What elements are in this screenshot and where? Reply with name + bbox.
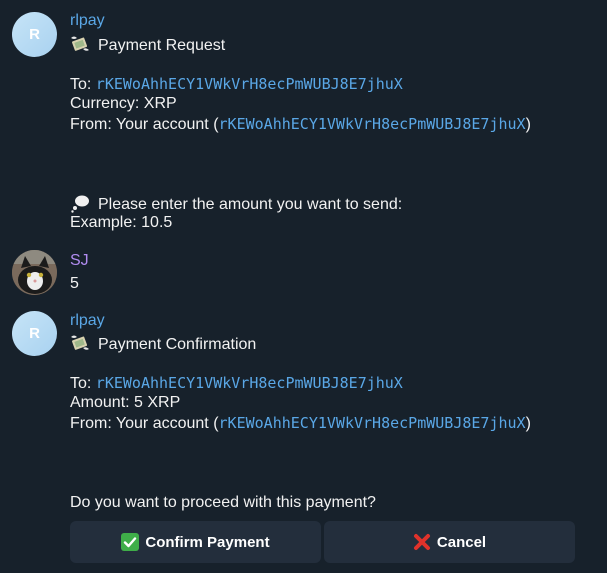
bot-avatar[interactable]: R (12, 311, 57, 356)
from-line: From: Your account (rKEWoAhhECY1VWkVrH8e… (70, 413, 531, 434)
message-title: Payment Confirmation (70, 333, 256, 355)
to-address-link[interactable]: rKEWoAhhECY1VWkVrH8ecPmWUBJ8E7jhuX (96, 374, 403, 392)
cancel-label: Cancel (436, 533, 487, 551)
check-mark-button-icon (121, 533, 140, 551)
to-label: To: (70, 76, 96, 93)
confirm-payment-button[interactable]: Confirm Payment (70, 521, 321, 563)
bot-avatar-letter: R (29, 325, 40, 342)
example-line: Example: 10.5 (70, 214, 173, 231)
to-line: To: rKEWoAhhECY1VWkVrH8ecPmWUBJ8E7jhuX (70, 74, 403, 95)
cat-avatar-icon (12, 250, 57, 295)
currency-line: Currency: XRP (70, 95, 177, 112)
money-with-wings-icon (71, 335, 89, 350)
sender-name[interactable]: rlpay (70, 12, 105, 30)
from-close: ) (525, 116, 531, 133)
thought-balloon-icon (71, 195, 89, 213)
user-avatar[interactable] (12, 250, 57, 295)
confirm-payment-label: Confirm Payment (145, 533, 270, 551)
from-label: From: Your account ( (70, 116, 219, 133)
message-title-text: Payment Request (98, 37, 226, 54)
amount-line: Amount: 5 XRP (70, 394, 181, 411)
to-label: To: (70, 375, 96, 392)
from-close: ) (525, 415, 531, 432)
to-address-link[interactable]: rKEWoAhhECY1VWkVrH8ecPmWUBJ8E7jhuX (96, 75, 403, 93)
bot-avatar[interactable]: R (12, 12, 57, 57)
money-with-wings-icon (71, 36, 89, 51)
sender-name[interactable]: rlpay (70, 312, 105, 330)
bot-avatar-letter: R (29, 26, 40, 43)
from-address-link[interactable]: rKEWoAhhECY1VWkVrH8ecPmWUBJ8E7jhuX (219, 414, 526, 432)
message-title-text: Payment Confirmation (98, 336, 257, 353)
message-title: Payment Request (70, 34, 225, 56)
sender-name[interactable]: SJ (70, 252, 89, 270)
from-label: From: Your account ( (70, 415, 219, 432)
proceed-question: Do you want to proceed with this payment… (70, 494, 376, 511)
user-message-text: 5 (70, 275, 79, 292)
cancel-button[interactable]: Cancel (324, 521, 575, 563)
amount-prompt: Please enter the amount you want to send… (70, 193, 402, 215)
cross-mark-icon (413, 534, 430, 550)
amount-prompt-text: Please enter the amount you want to send… (98, 196, 403, 213)
to-line: To: rKEWoAhhECY1VWkVrH8ecPmWUBJ8E7jhuX (70, 373, 403, 394)
from-address-link[interactable]: rKEWoAhhECY1VWkVrH8ecPmWUBJ8E7jhuX (219, 115, 526, 133)
from-line: From: Your account (rKEWoAhhECY1VWkVrH8e… (70, 114, 531, 135)
